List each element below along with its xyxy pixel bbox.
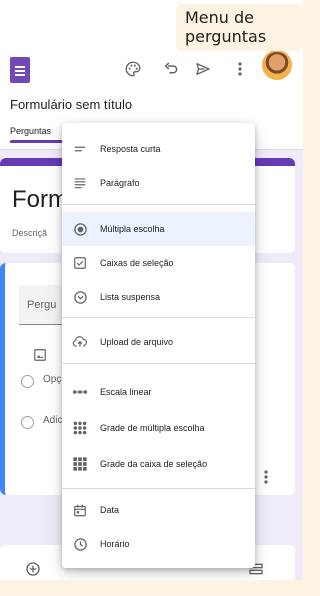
menu-divider: [62, 488, 255, 489]
menu-item-label: Lista suspensa: [100, 292, 161, 302]
menu-item-escala-linear[interactable]: Escala linear: [62, 375, 255, 409]
grid-squares-icon: [72, 456, 88, 472]
cloud-upload-icon: [72, 334, 88, 350]
question-more-icon[interactable]: [263, 468, 269, 489]
menu-item-resposta-curta[interactable]: Resposta curta: [62, 132, 255, 166]
menu-item-label: Grade da caixa de seleção: [100, 459, 208, 469]
menu-divider: [62, 317, 255, 318]
calendar-icon: [72, 502, 88, 518]
callout-bottom-strip: [0, 580, 303, 596]
question-title-text: Pergu: [27, 299, 57, 311]
paragraph-icon: [72, 175, 88, 191]
forms-logo-icon[interactable]: [10, 57, 30, 83]
undo-icon[interactable]: [160, 58, 182, 80]
menu-item-label: Grade de múltipla escolha: [100, 423, 205, 433]
user-avatar[interactable]: [262, 50, 292, 80]
menu-item-label: Múltipla escolha: [100, 224, 165, 234]
add-option-radio: [21, 416, 34, 429]
menu-item-grade-caixa-de-selecao[interactable]: Grade da caixa de seleção: [62, 447, 255, 481]
menu-item-multipla-escolha[interactable]: Múltipla escolha: [62, 212, 255, 246]
palette-icon[interactable]: [122, 58, 144, 80]
menu-item-grade-multipla-escolha[interactable]: Grade de múltipla escolha: [62, 411, 255, 445]
menu-item-label: Data: [100, 505, 120, 515]
menu-item-label: Horário: [100, 539, 130, 549]
menu-item-data[interactable]: Data: [62, 493, 255, 527]
menu-divider: [62, 204, 255, 205]
checkbox-icon: [72, 255, 88, 271]
add-question-icon[interactable]: [25, 561, 41, 581]
short-answer-icon: [72, 141, 88, 157]
menu-item-label: Escala linear: [100, 387, 152, 397]
form-description[interactable]: Descriçã: [12, 228, 47, 238]
forms-editor-screen: Formulário sem título Perguntas Form Des…: [0, 0, 303, 596]
question-type-menu: Resposta curta Parágrafo Múltipla escolh…: [62, 123, 255, 568]
option-radio: [21, 375, 34, 388]
menu-item-upload-de-arquivo[interactable]: Upload de arquivo: [62, 325, 255, 359]
add-image-icon[interactable]: [33, 348, 47, 367]
menu-item-paragrafo[interactable]: Parágrafo: [62, 166, 255, 200]
callout-label: Menu de perguntas: [176, 4, 303, 51]
menu-item-lista-suspensa[interactable]: Lista suspensa: [62, 280, 255, 314]
menu-divider: [62, 363, 255, 364]
clock-icon: [72, 536, 88, 552]
more-vert-icon[interactable]: [229, 58, 251, 80]
dropdown-icon: [72, 289, 88, 305]
add-option-text[interactable]: Adic: [43, 415, 62, 426]
radio-icon: [72, 221, 88, 237]
send-icon[interactable]: [192, 58, 214, 80]
menu-item-label: Caixas de seleção: [100, 258, 174, 268]
tab-perguntas[interactable]: Perguntas: [10, 126, 51, 136]
menu-item-label: Upload de arquivo: [100, 337, 174, 347]
linear-scale-icon: [72, 384, 88, 400]
menu-item-label: Parágrafo: [100, 178, 140, 188]
form-title[interactable]: Form: [12, 186, 68, 214]
tab-active-indicator: [10, 140, 66, 143]
grid-dots-icon: [72, 420, 88, 436]
menu-item-caixas-de-selecao[interactable]: Caixas de seleção: [62, 246, 255, 280]
menu-item-label: Resposta curta: [100, 144, 161, 154]
menu-item-horario[interactable]: Horário: [62, 527, 255, 561]
document-title[interactable]: Formulário sem título: [10, 97, 132, 112]
